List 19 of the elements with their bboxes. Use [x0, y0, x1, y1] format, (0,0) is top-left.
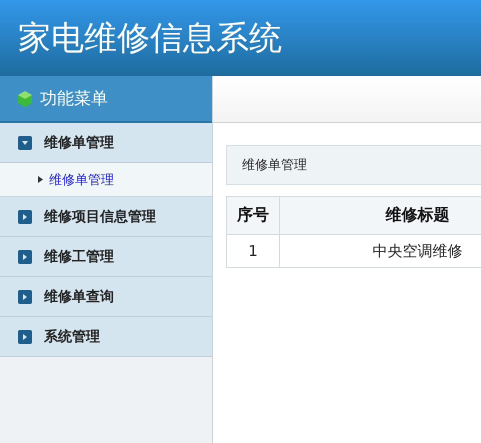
submenu-item[interactable]: 维修单管理	[0, 163, 212, 197]
menu-group-label: 维修工管理	[44, 248, 114, 266]
menu-group-label: 维修项目信息管理	[44, 208, 156, 226]
pointer-icon	[38, 176, 43, 183]
menu-group[interactable]: 维修单查询	[0, 277, 212, 317]
menu-group-label: 系统管理	[44, 328, 100, 346]
menu-group-label: 维修单管理	[44, 134, 114, 152]
column-header: 序号	[226, 196, 280, 234]
table-cell: 1	[226, 234, 280, 268]
menu-group[interactable]: 维修项目信息管理	[0, 197, 212, 237]
menu-group[interactable]: 维修工管理	[0, 237, 212, 277]
menu-group[interactable]: 维修单管理	[0, 123, 212, 163]
menu-group-label: 维修单查询	[44, 288, 114, 306]
cube-icon	[16, 90, 34, 108]
column-header: 维修标题	[280, 196, 481, 234]
app-title: 家电维修信息系统	[18, 16, 282, 58]
sidebar-title: 功能菜单	[40, 88, 108, 110]
menu-group[interactable]: 系统管理	[0, 317, 212, 357]
panel-title: 维修单管理	[242, 157, 307, 174]
